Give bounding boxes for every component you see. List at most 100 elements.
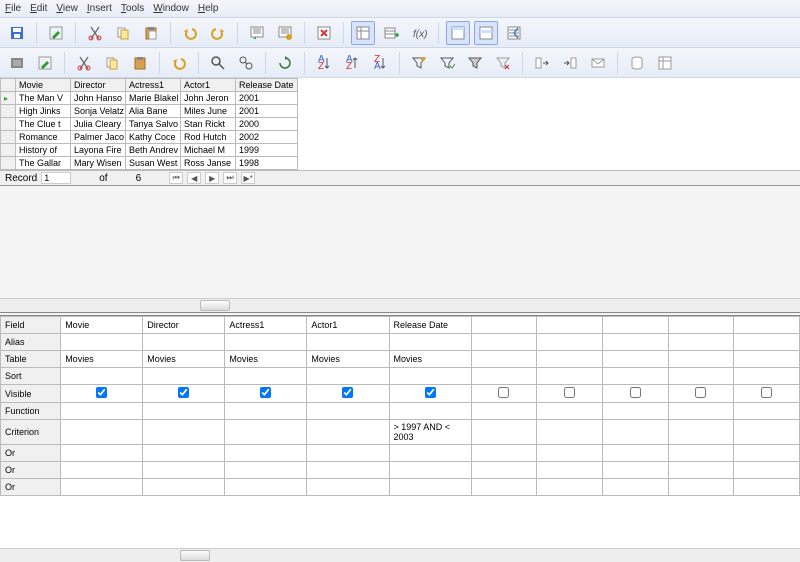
design-cell[interactable] — [537, 317, 603, 334]
visible-checkbox[interactable] — [96, 387, 107, 398]
design-scrollbar[interactable] — [0, 548, 800, 562]
result-cell[interactable]: 1998 — [236, 157, 298, 170]
add-table-button[interactable] — [379, 21, 403, 45]
clear-query-button[interactable] — [273, 21, 297, 45]
design-cell[interactable] — [734, 368, 800, 385]
design-cell[interactable] — [537, 334, 603, 351]
row-selector[interactable] — [1, 105, 16, 118]
design-cell[interactable]: Movies — [143, 351, 225, 368]
column-header[interactable]: Movie — [16, 79, 71, 92]
design-cell[interactable] — [734, 317, 800, 334]
result-cell[interactable]: Mary Wisen — [71, 157, 126, 170]
new-record-button[interactable]: ▶* — [241, 172, 255, 184]
design-cell[interactable] — [668, 317, 734, 334]
sort-button[interactable]: AZ — [312, 51, 336, 75]
explorer-button[interactable] — [653, 51, 677, 75]
result-cell[interactable]: 2001 — [236, 105, 298, 118]
column-header[interactable]: Actor1 — [181, 79, 236, 92]
visible-checkbox[interactable] — [342, 387, 353, 398]
design-cell[interactable] — [61, 368, 143, 385]
design-cell[interactable]: Director — [143, 317, 225, 334]
design-cell[interactable] — [602, 351, 668, 368]
design-cell[interactable] — [307, 479, 389, 496]
design-cell[interactable] — [471, 385, 537, 403]
result-cell[interactable]: Romance — [16, 131, 71, 144]
row-selector[interactable] — [1, 157, 16, 170]
tables-pane[interactable] — [0, 186, 800, 316]
column-header[interactable]: Release Date — [236, 79, 298, 92]
design-cell[interactable] — [143, 479, 225, 496]
undo-2-button[interactable] — [167, 51, 191, 75]
result-cell[interactable]: History of — [16, 144, 71, 157]
design-cell[interactable] — [734, 462, 800, 479]
delete-button[interactable] — [312, 21, 336, 45]
design-cell[interactable]: > 1997 AND < 2003 — [389, 420, 471, 445]
design-cell[interactable] — [734, 385, 800, 403]
design-cell[interactable] — [389, 368, 471, 385]
design-cell[interactable] — [734, 479, 800, 496]
design-cell[interactable] — [471, 445, 537, 462]
design-cell[interactable] — [225, 445, 307, 462]
design-cell[interactable] — [734, 351, 800, 368]
result-cell[interactable]: John Jeron — [181, 92, 236, 105]
result-cell[interactable]: The Clue t — [16, 118, 71, 131]
column-header[interactable]: Actress1 — [126, 79, 181, 92]
save-record-button[interactable] — [5, 51, 29, 75]
design-cell[interactable] — [307, 403, 389, 420]
design-cell[interactable] — [537, 445, 603, 462]
design-cell[interactable] — [471, 420, 537, 445]
result-cell[interactable]: Sonja Velatz — [71, 105, 126, 118]
design-cell[interactable] — [537, 368, 603, 385]
sort-desc-button[interactable]: ZA — [368, 51, 392, 75]
design-cell[interactable] — [225, 385, 307, 403]
run-query-button[interactable] — [245, 21, 269, 45]
design-grid[interactable]: FieldMovieDirectorActress1Actor1Release … — [0, 316, 800, 562]
design-cell[interactable]: Movies — [61, 351, 143, 368]
design-cell[interactable] — [307, 334, 389, 351]
visible-checkbox[interactable] — [761, 387, 772, 398]
data-to-text-button[interactable] — [530, 51, 554, 75]
design-cell[interactable] — [471, 368, 537, 385]
mail-merge-button[interactable] — [586, 51, 610, 75]
find-replace-button[interactable] — [234, 51, 258, 75]
next-record-button[interactable]: ▶ — [205, 172, 219, 184]
design-cell[interactable] — [389, 334, 471, 351]
design-cell[interactable] — [61, 403, 143, 420]
edit-data-button[interactable] — [33, 51, 57, 75]
design-cell[interactable] — [61, 479, 143, 496]
menu-insert[interactable]: Insert — [87, 3, 112, 14]
design-cell[interactable] — [537, 479, 603, 496]
result-cell[interactable]: Michael M — [181, 144, 236, 157]
design-cell[interactable] — [389, 403, 471, 420]
design-cell[interactable] — [225, 368, 307, 385]
visible-checkbox[interactable] — [564, 387, 575, 398]
design-cell[interactable] — [668, 385, 734, 403]
cut-button[interactable] — [83, 21, 107, 45]
design-cell[interactable] — [734, 403, 800, 420]
visible-checkbox[interactable] — [260, 387, 271, 398]
result-cell[interactable]: John Hanso — [71, 92, 126, 105]
design-cell[interactable] — [143, 462, 225, 479]
design-cell[interactable]: Release Date — [389, 317, 471, 334]
visible-checkbox[interactable] — [425, 387, 436, 398]
find-button[interactable] — [206, 51, 230, 75]
visible-checkbox[interactable] — [695, 387, 706, 398]
table-names-toggle[interactable] — [446, 21, 470, 45]
undo-button[interactable] — [178, 21, 202, 45]
design-cell[interactable] — [734, 334, 800, 351]
design-cell[interactable] — [225, 479, 307, 496]
refresh-button[interactable] — [273, 51, 297, 75]
design-cell[interactable] — [668, 403, 734, 420]
design-cell[interactable] — [225, 403, 307, 420]
visible-checkbox[interactable] — [498, 387, 509, 398]
design-cell[interactable] — [668, 420, 734, 445]
aliases-toggle[interactable] — [474, 21, 498, 45]
remove-filter-button[interactable] — [491, 51, 515, 75]
design-cell[interactable] — [537, 420, 603, 445]
design-cell[interactable] — [668, 462, 734, 479]
design-cell[interactable] — [61, 462, 143, 479]
cut-2-button[interactable] — [72, 51, 96, 75]
edit-button[interactable] — [44, 21, 68, 45]
result-cell[interactable]: Julia Cleary — [71, 118, 126, 131]
column-header[interactable]: Director — [71, 79, 126, 92]
